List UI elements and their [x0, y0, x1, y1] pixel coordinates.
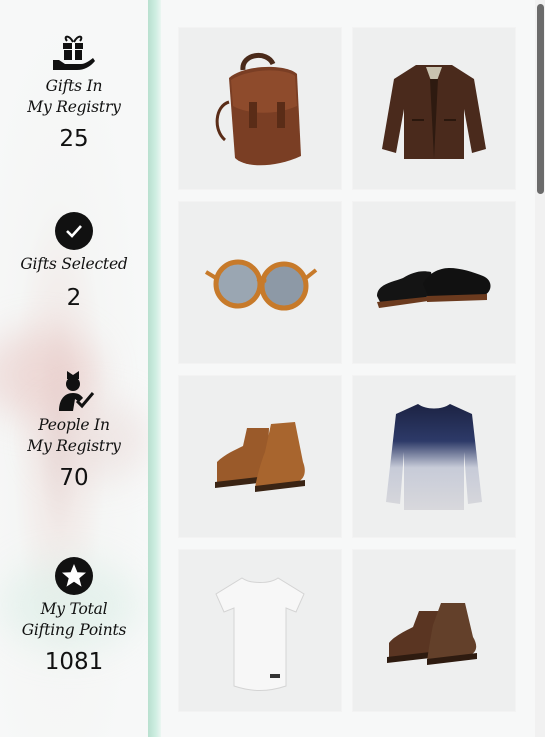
stat-label: Gifts Selected — [20, 255, 128, 273]
jacket-icon — [382, 64, 486, 159]
chukka-boots-icon — [387, 602, 477, 665]
stat-label: My Registry — [27, 98, 121, 116]
shoes-icon — [377, 267, 491, 308]
sunglasses-icon — [204, 259, 318, 310]
product-tile-brown-boots[interactable] — [178, 375, 342, 538]
boots-icon — [215, 421, 305, 492]
product-tile-chukka-boots[interactable] — [352, 549, 516, 712]
stat-value: 70 — [59, 465, 89, 491]
stat-people-in-registry: People In My Registry 70 — [0, 369, 148, 491]
product-tile-white-tshirt[interactable] — [178, 549, 342, 712]
stat-value: 25 — [59, 126, 89, 152]
product-tile-black-shoes[interactable] — [352, 201, 516, 364]
stat-label: My Total — [40, 600, 108, 618]
stat-label: People In — [38, 416, 110, 434]
stat-value: 1081 — [44, 649, 104, 675]
vertical-scrollbar[interactable] — [535, 0, 545, 737]
person-check-icon — [0, 369, 148, 415]
stat-value: 2 — [66, 285, 82, 311]
product-tile-ombre-sweater[interactable] — [352, 375, 516, 538]
star-circle-icon — [0, 553, 148, 599]
scrollbar-thumb[interactable] — [537, 4, 544, 194]
stat-gifting-points: My Total Gifting Points 1081 — [0, 553, 148, 675]
sweater-icon — [386, 403, 482, 510]
gift-in-hand-icon — [0, 30, 148, 76]
backpack-icon — [215, 52, 301, 165]
stats-sidebar: Gifts In My Registry 25 Gifts Selected 2… — [0, 0, 148, 737]
product-tile-sunglasses[interactable] — [178, 201, 342, 364]
product-tile-leather-backpack[interactable] — [178, 27, 342, 190]
sidebar-accent-rail — [148, 0, 161, 737]
stat-label: My Registry — [27, 437, 121, 455]
stat-label: Gifting Points — [21, 621, 127, 639]
tshirt-icon — [215, 576, 305, 691]
stat-gifts-selected: Gifts Selected 2 — [0, 208, 148, 311]
product-tile-leather-jacket[interactable] — [352, 27, 516, 190]
check-circle-icon — [0, 208, 148, 254]
stat-gifts-in-registry: Gifts In My Registry 25 — [0, 30, 148, 152]
stat-label: Gifts In — [45, 77, 103, 95]
